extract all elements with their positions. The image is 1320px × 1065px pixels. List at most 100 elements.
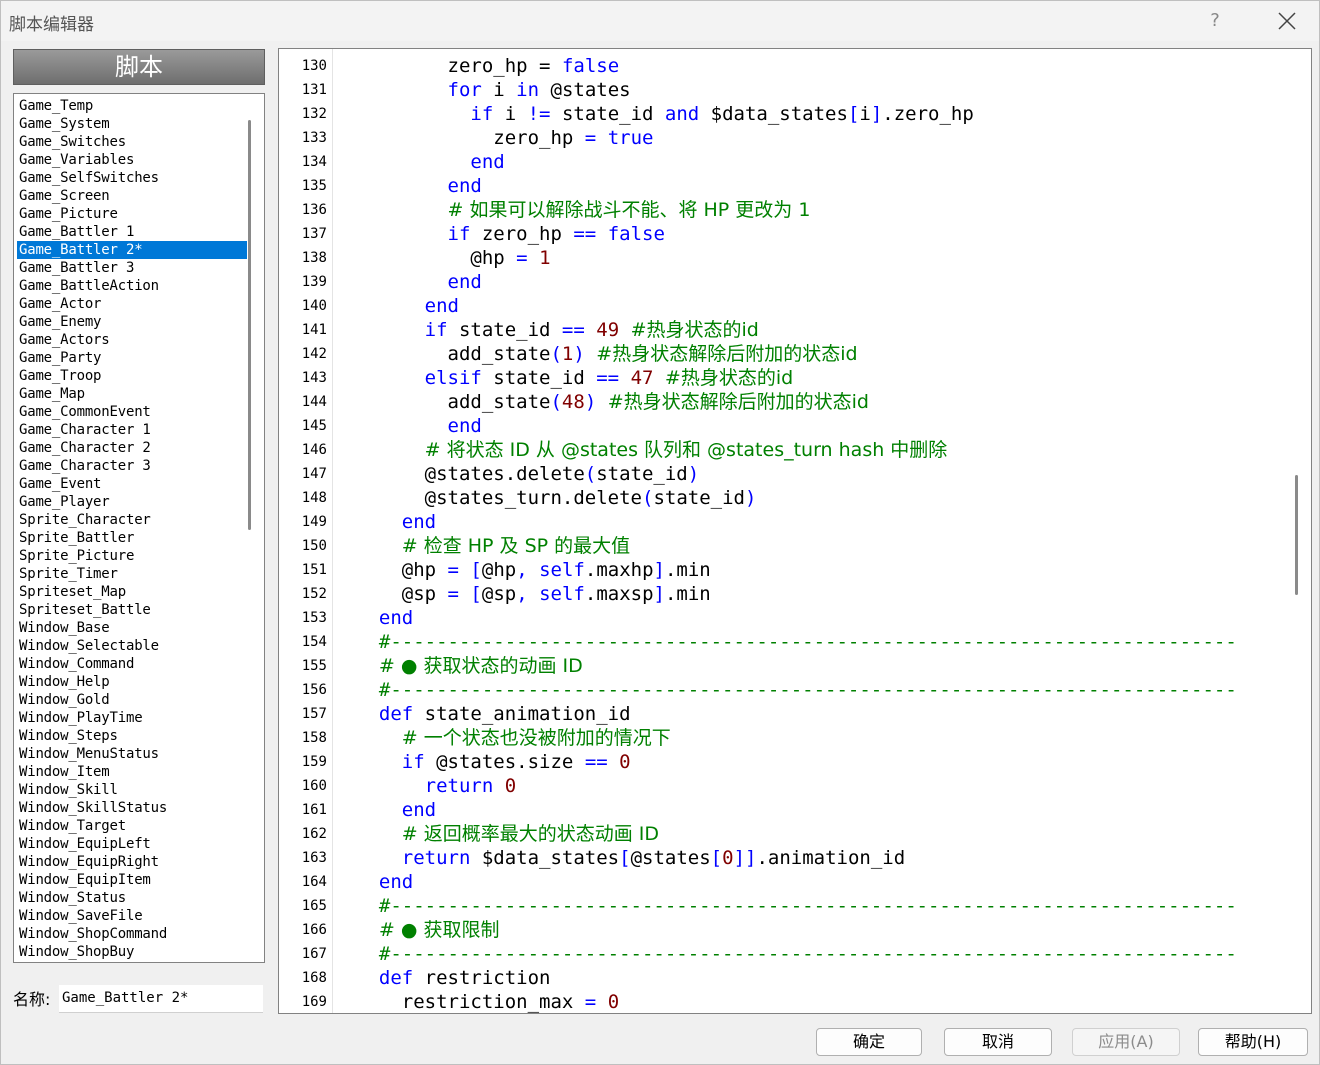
code-line[interactable]: 143 elsif state_id == 47 #热身状态的id: [279, 366, 1291, 390]
script-list-item[interactable]: Sprite_Timer: [17, 565, 247, 583]
script-list-item[interactable]: Game_Player: [17, 493, 247, 511]
script-list-item[interactable]: Game_Party: [17, 349, 247, 367]
script-list-item[interactable]: Game_SelfSwitches: [17, 169, 247, 187]
ok-button[interactable]: 确定: [816, 1028, 922, 1056]
code-line[interactable]: 154 #-----------------------------------…: [279, 630, 1291, 654]
script-list-item[interactable]: Window_MenuStatus: [17, 745, 247, 763]
help-icon[interactable]: ?: [1197, 5, 1233, 37]
code-line[interactable]: 149 end: [279, 510, 1291, 534]
script-list-item[interactable]: Sprite_Picture: [17, 547, 247, 565]
script-list-item[interactable]: Window_Command: [17, 655, 247, 673]
code-line[interactable]: 151 @hp = [@hp, self.maxhp].min: [279, 558, 1291, 582]
code-line[interactable]: 158 # 一个状态也没被附加的情况下: [279, 726, 1291, 750]
code-line[interactable]: 159 if @states.size == 0: [279, 750, 1291, 774]
script-list-item[interactable]: Sprite_Character: [17, 511, 247, 529]
script-list-item[interactable]: Window_Help: [17, 673, 247, 691]
code-line[interactable]: 168 def restriction: [279, 966, 1291, 990]
code-line[interactable]: 142 add_state(1) #热身状态解除后附加的状态id: [279, 342, 1291, 366]
code-line[interactable]: 132 if i != state_id and $data_states[i]…: [279, 102, 1291, 126]
script-list-item[interactable]: Sprite_Battler: [17, 529, 247, 547]
script-list-item[interactable]: Window_ShopBuy: [17, 943, 247, 961]
script-list-item[interactable]: Game_CommonEvent: [17, 403, 247, 421]
script-list-item[interactable]: Spriteset_Map: [17, 583, 247, 601]
script-list-item[interactable]: Window_Target: [17, 817, 247, 835]
code-line[interactable]: 164 end: [279, 870, 1291, 894]
script-list-item[interactable]: Game_Temp: [17, 97, 247, 115]
script-list-item[interactable]: Window_ShopCommand: [17, 925, 247, 943]
code-line[interactable]: 130 zero_hp = false: [279, 54, 1291, 78]
code-line[interactable]: 144 add_state(48) #热身状态解除后附加的状态id: [279, 390, 1291, 414]
script-list-item[interactable]: Window_Item: [17, 763, 247, 781]
script-list-item[interactable]: Window_EquipItem: [17, 871, 247, 889]
editor-scrollbar[interactable]: [1295, 475, 1298, 595]
code-line[interactable]: 145 end: [279, 414, 1291, 438]
code-line[interactable]: 155 # ● 获取状态的动画 ID: [279, 654, 1291, 678]
script-list-item[interactable]: Game_Screen: [17, 187, 247, 205]
help-button[interactable]: 帮助(H): [1198, 1028, 1308, 1056]
script-list-item[interactable]: Game_Variables: [17, 151, 247, 169]
script-list-item[interactable]: Window_PlayTime: [17, 709, 247, 727]
code-line[interactable]: 153 end: [279, 606, 1291, 630]
code-line[interactable]: 140 end: [279, 294, 1291, 318]
code-line[interactable]: 150 # 检查 HP 及 SP 的最大值: [279, 534, 1291, 558]
code-line[interactable]: 157 def state_animation_id: [279, 702, 1291, 726]
code-line[interactable]: 133 zero_hp = true: [279, 126, 1291, 150]
code-line[interactable]: 135 end: [279, 174, 1291, 198]
script-list-item[interactable]: Game_Actors: [17, 331, 247, 349]
code-editor[interactable]: 130 zero_hp = false 131 for i in @states 1…: [278, 48, 1312, 1014]
script-list[interactable]: Game_Temp Game_System Game_Switches Game_Va…: [13, 93, 265, 963]
code-line[interactable]: 146 # 将状态 ID 从 @states 队列和 @states_turn …: [279, 438, 1291, 462]
code-line[interactable]: 136 # 如果可以解除战斗不能、将 HP 更改为 1: [279, 198, 1291, 222]
script-list-item[interactable]: Game_Map: [17, 385, 247, 403]
code-line[interactable]: 152 @sp = [@sp, self.maxsp].min: [279, 582, 1291, 606]
name-field[interactable]: Game_Battler 2*: [59, 985, 263, 1013]
script-list-item[interactable]: Window_Gold: [17, 691, 247, 709]
script-list-item[interactable]: Game_Character 2: [17, 439, 247, 457]
script-list-item[interactable]: Game_Actor: [17, 295, 247, 313]
code-line[interactable]: 138 @hp = 1: [279, 246, 1291, 270]
close-icon[interactable]: [1267, 5, 1307, 37]
code-line[interactable]: 139 end: [279, 270, 1291, 294]
code-line[interactable]: 160 return 0: [279, 774, 1291, 798]
code-line[interactable]: 141 if state_id == 49 #热身状态的id: [279, 318, 1291, 342]
script-list-item[interactable]: Window_Skill: [17, 781, 247, 799]
cancel-button[interactable]: 取消: [944, 1028, 1052, 1056]
code-token: # 将状态 ID 从 @states 队列和 @states_turn hash…: [424, 439, 948, 461]
script-list-item[interactable]: Window_EquipLeft: [17, 835, 247, 853]
script-list-scrollbar[interactable]: [248, 120, 251, 530]
script-list-item[interactable]: Window_Status: [17, 889, 247, 907]
script-list-item[interactable]: Game_Character 1: [17, 421, 247, 439]
code-line[interactable]: 137 if zero_hp == false: [279, 222, 1291, 246]
script-list-item[interactable]: Window_SkillStatus: [17, 799, 247, 817]
script-list-item[interactable]: Game_Enemy: [17, 313, 247, 331]
script-list-item[interactable]: Window_Steps: [17, 727, 247, 745]
script-list-item[interactable]: Game_System: [17, 115, 247, 133]
code-line[interactable]: 162 # 返回概率最大的状态动画 ID: [279, 822, 1291, 846]
script-list-item[interactable]: Game_Character 3: [17, 457, 247, 475]
code-line[interactable]: 156 #-----------------------------------…: [279, 678, 1291, 702]
script-list-item[interactable]: Window_Base: [17, 619, 247, 637]
code-line[interactable]: 167 #-----------------------------------…: [279, 942, 1291, 966]
script-list-item[interactable]: Game_Event: [17, 475, 247, 493]
code-line[interactable]: 161 end: [279, 798, 1291, 822]
script-list-item[interactable]: Game_Troop: [17, 367, 247, 385]
script-list-item[interactable]: Window_EquipRight: [17, 853, 247, 871]
script-list-item[interactable]: Game_Battler 1: [17, 223, 247, 241]
script-list-item[interactable]: Game_BattleAction: [17, 277, 247, 295]
code-line[interactable]: 163 return $data_states[@states[0]].anim…: [279, 846, 1291, 870]
code-line[interactable]: 169 restriction_max = 0: [279, 990, 1291, 1013]
script-list-item[interactable]: Spriteset_Battle: [17, 601, 247, 619]
code-lines[interactable]: 130 zero_hp = false 131 for i in @states 1…: [279, 54, 1291, 1013]
code-line[interactable]: 147 @states.delete(state_id): [279, 462, 1291, 486]
code-line[interactable]: 166 # ● 获取限制: [279, 918, 1291, 942]
script-list-item[interactable]: Game_Battler 2*: [17, 241, 247, 259]
code-line[interactable]: 165 #-----------------------------------…: [279, 894, 1291, 918]
script-list-item[interactable]: Game_Switches: [17, 133, 247, 151]
code-line[interactable]: 131 for i in @states: [279, 78, 1291, 102]
script-list-item[interactable]: Game_Picture: [17, 205, 247, 223]
script-list-item[interactable]: Game_Battler 3: [17, 259, 247, 277]
script-list-item[interactable]: Window_Selectable: [17, 637, 247, 655]
code-line[interactable]: 148 @states_turn.delete(state_id): [279, 486, 1291, 510]
script-list-item[interactable]: Window_SaveFile: [17, 907, 247, 925]
code-line[interactable]: 134 end: [279, 150, 1291, 174]
